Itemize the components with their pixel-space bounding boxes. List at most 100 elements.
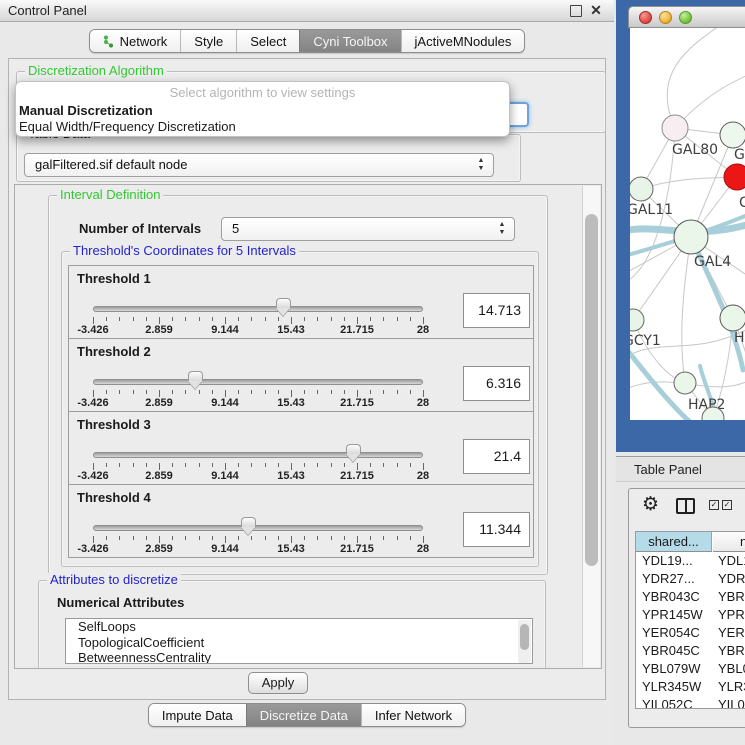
numerical-attributes-list[interactable]: SelfLoopsTopologicalCoefficientBetweenne… (65, 618, 533, 664)
slider-tick-label: 2.859 (145, 470, 173, 482)
threshold-label: Threshold 3 (77, 417, 151, 432)
checkbox-icon[interactable]: ✓ (709, 500, 719, 510)
split-columns-icon[interactable] (676, 498, 695, 514)
attributes-vscrollbar-track[interactable] (518, 620, 531, 663)
table-data-group: Table Data galFiltered.sif default node … (16, 134, 521, 182)
attribute-list-item[interactable]: SelfLoops (66, 619, 532, 635)
attribute-list-item[interactable]: BetweennessCentrality (66, 650, 532, 664)
threshold-slider-track[interactable] (93, 452, 423, 458)
slider-tick (291, 463, 292, 470)
threshold-slider-thumb[interactable] (276, 298, 291, 316)
slider-tick (410, 536, 411, 540)
attributes-vscrollbar-thumb[interactable] (520, 624, 529, 650)
network-node[interactable] (674, 372, 696, 394)
stepper-arrows-icon: ▲▼ (476, 157, 486, 175)
threshold-panel-3: Threshold 3-3.4262.8599.14415.4321.71528… (68, 411, 534, 485)
network-node[interactable] (630, 309, 644, 331)
slider-tick-label: -3.426 (77, 543, 108, 555)
table-row[interactable]: YLR345WYLR3 (636, 678, 745, 696)
network-node[interactable] (674, 220, 708, 254)
column-header-name[interactable]: n (713, 532, 745, 552)
slider-tick (397, 463, 398, 467)
cell-shared-name: YLR345W (642, 678, 701, 696)
number-of-intervals-combobox[interactable]: 5 ▲▼ (221, 217, 515, 241)
network-node-label: GAL80 (672, 142, 718, 158)
slider-tick (423, 536, 424, 543)
algorithm-option-equal-width[interactable]: Equal Width/Frequency Discretization (19, 119, 236, 134)
network-node-label: GAL11 (630, 202, 673, 218)
threshold-label: Threshold 4 (77, 490, 151, 505)
slider-tick (159, 463, 160, 470)
tab-network[interactable]: Network (90, 30, 181, 52)
tab-discretize-data-label: Discretize Data (260, 704, 348, 727)
tab-infer-network[interactable]: Infer Network (361, 704, 465, 726)
slider-tick (317, 390, 318, 394)
cell-shared-name: YDR27... (642, 570, 695, 588)
tab-select[interactable]: Select (236, 30, 299, 52)
slider-tick (119, 317, 120, 321)
settings-vscrollbar-track[interactable] (582, 186, 600, 667)
network-node-label: GAL4 (694, 254, 731, 270)
slider-tick (212, 536, 213, 540)
tab-impute-data[interactable]: Impute Data (149, 704, 246, 726)
slider-tick (146, 536, 147, 540)
table-row[interactable]: YBL079WYBL0 (636, 660, 745, 678)
algorithm-hint-text: Select algorithm to view settings (16, 85, 509, 100)
network-node[interactable] (724, 164, 745, 190)
close-traffic-icon[interactable] (639, 11, 652, 24)
slider-tick (119, 463, 120, 467)
checkbox-icon[interactable]: ✓ (722, 500, 732, 510)
close-icon[interactable]: ✕ (590, 5, 602, 17)
threshold-slider-track[interactable] (93, 525, 423, 531)
network-window-titlebar[interactable] (628, 6, 745, 28)
slider-tick (212, 463, 213, 467)
settings-vscrollbar-thumb[interactable] (585, 214, 598, 566)
float-window-icon[interactable] (570, 5, 582, 17)
network-node[interactable] (720, 122, 745, 148)
gear-icon[interactable]: ⚙ (642, 493, 659, 515)
network-node[interactable] (630, 177, 653, 201)
threshold-value-field[interactable]: 11.344 (463, 512, 530, 547)
threshold-value-field[interactable]: 21.4 (463, 439, 530, 474)
threshold-slider-track[interactable] (93, 379, 423, 385)
tab-discretize-data[interactable]: Discretize Data (246, 704, 361, 726)
node-attribute-table[interactable]: shared... n YDL19...YDL1YDR27...YDR2YBR0… (635, 531, 745, 709)
cell-name: YIL0 (718, 696, 745, 709)
apply-button[interactable]: Apply (248, 672, 308, 694)
table-row[interactable]: YPR145WYPR1 (636, 606, 745, 624)
attribute-list-item[interactable]: TopologicalCoefficient (66, 635, 532, 651)
cell-shared-name: YBL079W (642, 660, 701, 678)
threshold-slider-thumb[interactable] (346, 444, 361, 462)
zoom-traffic-icon[interactable] (679, 11, 692, 24)
table-row[interactable]: YDR27...YDR2 (636, 570, 745, 588)
threshold-value-field[interactable]: 14.713 (463, 293, 530, 328)
threshold-slider-track[interactable] (93, 306, 423, 312)
tab-jactivemnodules[interactable]: jActiveMNodules (401, 30, 525, 52)
slider-tick-label: 2.859 (145, 397, 173, 409)
slider-tick (423, 317, 424, 324)
slider-tick (238, 390, 239, 394)
algorithm-option-manual[interactable]: Manual Discretization (19, 103, 153, 118)
table-row[interactable]: YBR043CYBR0 (636, 588, 745, 606)
network-node[interactable] (662, 115, 688, 141)
minimize-traffic-icon[interactable] (659, 11, 672, 24)
slider-tick (119, 536, 120, 540)
network-node[interactable] (720, 305, 745, 331)
cyni-toolbox-panel: Discretization Algorithm Select algorith… (8, 58, 606, 700)
table-row[interactable]: YIL052CYIL0 (636, 696, 745, 709)
column-header-shared-name[interactable]: shared... (636, 532, 712, 552)
table-data-combobox[interactable]: galFiltered.sif default node ▲▼ (24, 153, 494, 177)
tab-style[interactable]: Style (180, 30, 236, 52)
threshold-slider-thumb[interactable] (241, 517, 256, 535)
threshold-value-field[interactable]: 6.316 (463, 366, 530, 401)
tab-cyni-toolbox[interactable]: Cyni Toolbox (299, 30, 400, 52)
table-row[interactable]: YDL19...YDL1 (636, 552, 745, 570)
slider-tick (185, 390, 186, 394)
threshold-slider-thumb[interactable] (188, 371, 203, 389)
table-row[interactable]: YBR045CYBR0 (636, 642, 745, 660)
slider-tick (106, 390, 107, 394)
slider-tick (370, 390, 371, 394)
cell-name: YPR1 (718, 606, 745, 624)
table-row[interactable]: YER054CYER0 (636, 624, 745, 642)
network-canvas[interactable]: GAL80GACGAL11GAL4GCY1HHAP2 (630, 28, 745, 420)
